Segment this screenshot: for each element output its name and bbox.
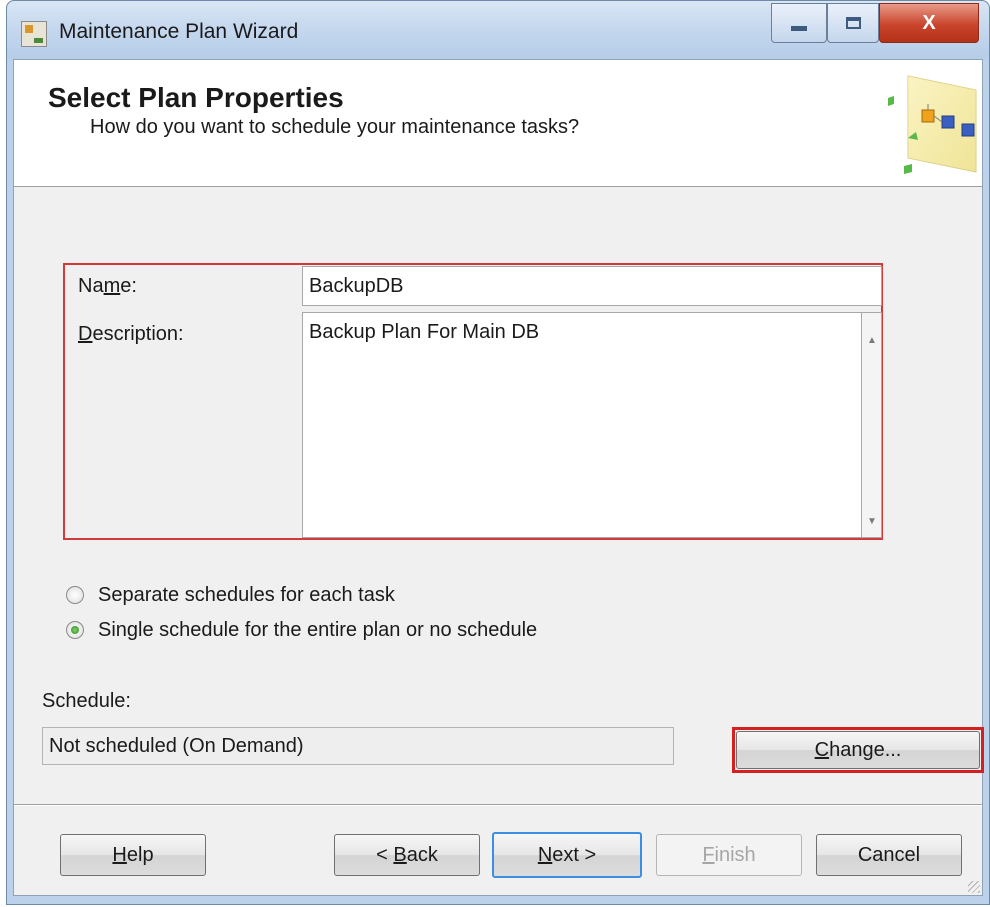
separate-schedules-radio[interactable] (66, 586, 84, 604)
wizard-app-icon[interactable] (21, 21, 47, 47)
single-schedule-radio[interactable] (66, 621, 84, 639)
cancel-button-label: Cancel (857, 843, 921, 866)
page-subtitle: How do you want to schedule your mainten… (90, 116, 580, 138)
cancel-button[interactable]: Cancel (816, 834, 962, 876)
finish-button-label: inish (714, 843, 756, 866)
back-button-accel: B (393, 843, 407, 866)
single-schedule-option[interactable]: Single schedule for the entire plan or n… (66, 616, 537, 644)
help-button-accel: H (112, 843, 127, 866)
next-button[interactable]: Next > (492, 832, 642, 878)
title-bar[interactable]: Maintenance Plan Wizard X (7, 1, 989, 59)
schedule-value-field: Not scheduled (On Demand) (42, 727, 674, 765)
back-button-label: ack (406, 843, 438, 866)
separate-schedules-label: Separate schedules for each task (98, 583, 395, 606)
maximize-icon (845, 17, 861, 29)
finish-button[interactable]: Finish (656, 834, 802, 876)
help-button[interactable]: Help (60, 834, 206, 876)
resize-grip-icon[interactable] (968, 881, 980, 893)
scroll-down-arrow-icon[interactable]: ▼ (867, 516, 877, 527)
button-separator (14, 804, 982, 806)
window-title: Maintenance Plan Wizard (59, 20, 299, 43)
maximize-button[interactable] (827, 3, 879, 43)
single-schedule-label: Single schedule for the entire plan or n… (98, 618, 538, 641)
description-field[interactable]: Backup Plan For Main DB (302, 312, 862, 538)
page-title: Select Plan Properties (48, 82, 344, 113)
next-button-label: ext > (552, 843, 597, 866)
wizard-client-area: Select Plan Properties How do you want t… (13, 59, 984, 896)
wizard-window: Maintenance Plan Wizard X Select Plan Pr… (6, 0, 990, 905)
minimize-button[interactable] (771, 3, 827, 43)
maintenance-plan-graphic (888, 75, 977, 174)
close-button[interactable]: X (879, 3, 979, 43)
separate-schedules-option[interactable]: Separate schedules for each task (66, 581, 395, 609)
plan-properties-group: Name: BackupDB Description: Backup Plan … (63, 263, 883, 540)
name-label: Name: (78, 275, 137, 297)
back-button[interactable]: < Back (334, 834, 480, 876)
description-scrollbar[interactable]: ▲ ▼ (862, 312, 882, 538)
close-icon: X (922, 11, 936, 34)
next-button-accel: N (537, 843, 553, 866)
wizard-header: Select Plan Properties How do you want t… (14, 60, 982, 187)
name-field[interactable]: BackupDB (302, 266, 882, 306)
minimize-icon (791, 25, 807, 31)
change-button-highlight (732, 727, 984, 773)
finish-button-accel: F (702, 843, 715, 866)
schedule-label: Schedule: (42, 690, 131, 712)
help-button-label: elp (126, 843, 154, 866)
back-button-prefix: < (376, 843, 394, 866)
description-label: Description: (78, 323, 184, 345)
scroll-up-arrow-icon[interactable]: ▲ (867, 335, 877, 346)
